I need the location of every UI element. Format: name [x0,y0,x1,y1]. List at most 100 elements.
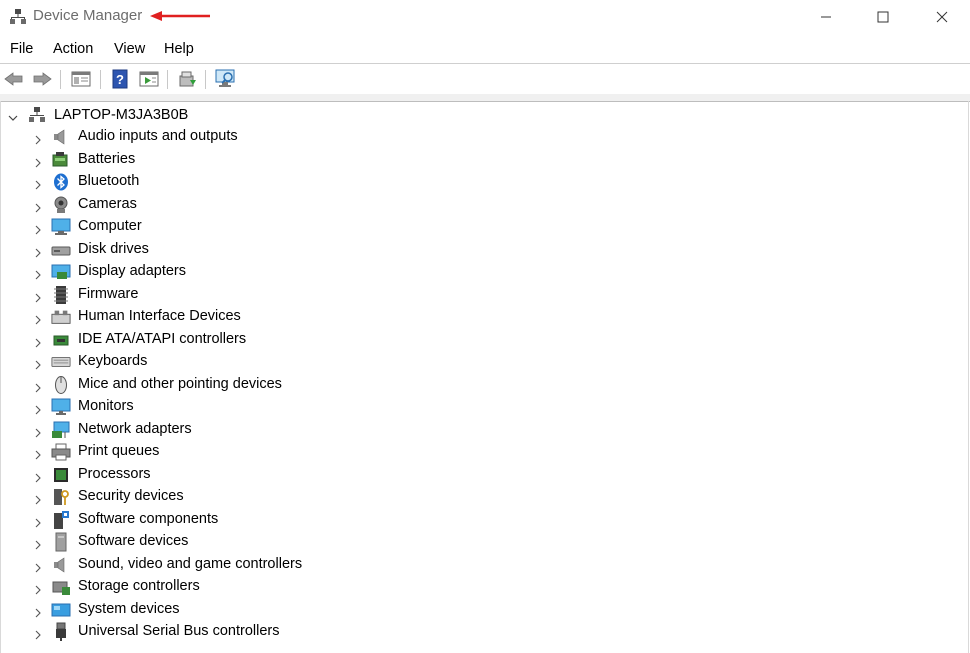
tree-category-label: Cameras [78,195,137,212]
toolbar-separator [167,70,168,89]
chevron-right-icon[interactable] [34,425,42,443]
chevron-right-icon[interactable] [34,470,42,488]
tree-category-label: Monitors [78,398,134,414]
properties-pane-icon [71,71,91,87]
tree-category-item[interactable]: Display adapters [0,261,400,284]
tree-category-item[interactable]: Mice and other pointing devices [0,374,400,397]
tree-root-node[interactable]: LAPTOP-M3JA3B0B [0,104,400,126]
tree-category-label: Print queues [78,443,160,459]
tree-category-label: Software components [78,510,219,527]
menu-help[interactable]: Help [164,41,194,57]
tree-category-label: Display adapters [78,263,186,279]
chevron-right-icon[interactable] [34,492,42,510]
tree-category-label: Software devices [78,533,189,549]
tree-category-item[interactable]: Monitors [0,396,400,419]
tree-category-item[interactable]: Disk drives [0,239,400,262]
tree-category-label: Storage controllers [78,578,200,594]
tree-category-item[interactable]: Processors [0,464,400,487]
chevron-right-icon[interactable] [34,605,42,623]
show-hidden-icon [139,71,159,87]
minimize-button[interactable] [804,4,848,30]
chevron-right-icon[interactable] [34,132,42,150]
forward-icon [33,72,52,86]
tree-category-label: Batteries [78,150,136,167]
toolbar: ? [0,64,970,94]
tree-category-item[interactable]: Storage controllers [0,576,400,599]
device-manager-icon [9,8,27,26]
scan-hardware-button[interactable] [215,69,237,89]
chevron-right-icon[interactable] [34,245,42,263]
update-driver-icon [179,71,196,87]
chevron-right-icon[interactable] [34,627,42,645]
tree-category-item[interactable]: Software components [0,509,400,532]
tree-category-item[interactable]: Cameras [0,194,400,217]
storage-controller-icon [51,578,71,596]
title-bar: Device Manager [0,0,970,34]
network-adapter-icon [51,421,71,439]
menu-action[interactable]: Action [53,41,93,57]
chevron-right-icon[interactable] [34,267,42,285]
printer-icon [51,443,71,461]
help-button[interactable]: ? [109,69,131,89]
tree-category-item[interactable]: Software devices [0,531,400,554]
chevron-right-icon[interactable] [34,177,42,195]
tree-category-item[interactable]: Bluetooth [0,171,400,194]
toolbar-separator [60,70,61,89]
chevron-right-icon[interactable] [34,357,42,375]
tree-category-label: Security devices [78,488,184,504]
chevron-right-icon[interactable] [34,312,42,330]
tree-category-item[interactable]: Human Interface Devices [0,306,400,329]
tree-category-item[interactable]: Firmware [0,284,400,307]
chevron-right-icon[interactable] [34,402,42,420]
update-driver-button[interactable] [176,69,198,89]
tree-category-item[interactable]: Universal Serial Bus controllers [0,621,400,644]
maximize-icon [877,11,889,23]
chevron-right-icon[interactable] [34,515,42,533]
toolbar-separator [100,70,101,89]
show-hidden-button[interactable] [138,69,160,89]
tree-category-item[interactable]: Sound, video and game controllers [0,554,400,577]
chevron-right-icon[interactable] [34,560,42,578]
tree-category-item[interactable]: Computer [0,216,400,239]
back-icon [4,72,23,86]
chevron-right-icon[interactable] [34,290,42,308]
properties-pane-button[interactable] [70,69,92,89]
tree-category-label: Universal Serial Bus controllers [78,623,280,639]
chevron-right-icon[interactable] [34,155,42,173]
tree-category-label: System devices [78,600,180,617]
usb-icon [51,622,71,641]
close-button[interactable] [920,4,964,30]
firmware-icon [51,285,71,304]
computer-root-icon [28,106,46,124]
tree-category-item[interactable]: Audio inputs and outputs [0,126,400,149]
chevron-right-icon[interactable] [34,582,42,600]
chevron-right-icon[interactable] [34,447,42,465]
chevron-right-icon[interactable] [34,537,42,555]
camera-icon [51,196,71,214]
back-button[interactable] [3,69,25,89]
chevron-right-icon[interactable] [34,222,42,240]
hid-icon [51,308,71,326]
help-icon: ? [112,69,128,89]
tree-category-item[interactable]: IDE ATA/ATAPI controllers [0,329,400,352]
chevron-right-icon[interactable] [34,380,42,398]
mouse-icon [51,375,71,394]
forward-button[interactable] [31,69,53,89]
software-device-icon [51,532,71,552]
menu-file[interactable]: File [10,41,33,57]
tree-category-label: Processors [78,465,151,482]
chevron-right-icon[interactable] [34,335,42,353]
tree-category-item[interactable]: Security devices [0,486,400,509]
tree-category-item[interactable]: Network adapters [0,419,400,442]
tree-category-item[interactable]: Keyboards [0,351,400,374]
chevron-down-icon[interactable] [8,109,18,127]
tree-category-label: Disk drives [78,240,149,257]
chevron-right-icon[interactable] [34,200,42,218]
security-device-icon [51,488,71,506]
tree-category-item[interactable]: Print queues [0,441,400,464]
tree-category-item[interactable]: Batteries [0,149,400,172]
maximize-button[interactable] [861,4,905,30]
menu-view[interactable]: View [114,41,145,57]
tree-category-item[interactable]: System devices [0,599,400,622]
display-adapter-icon [51,263,71,281]
